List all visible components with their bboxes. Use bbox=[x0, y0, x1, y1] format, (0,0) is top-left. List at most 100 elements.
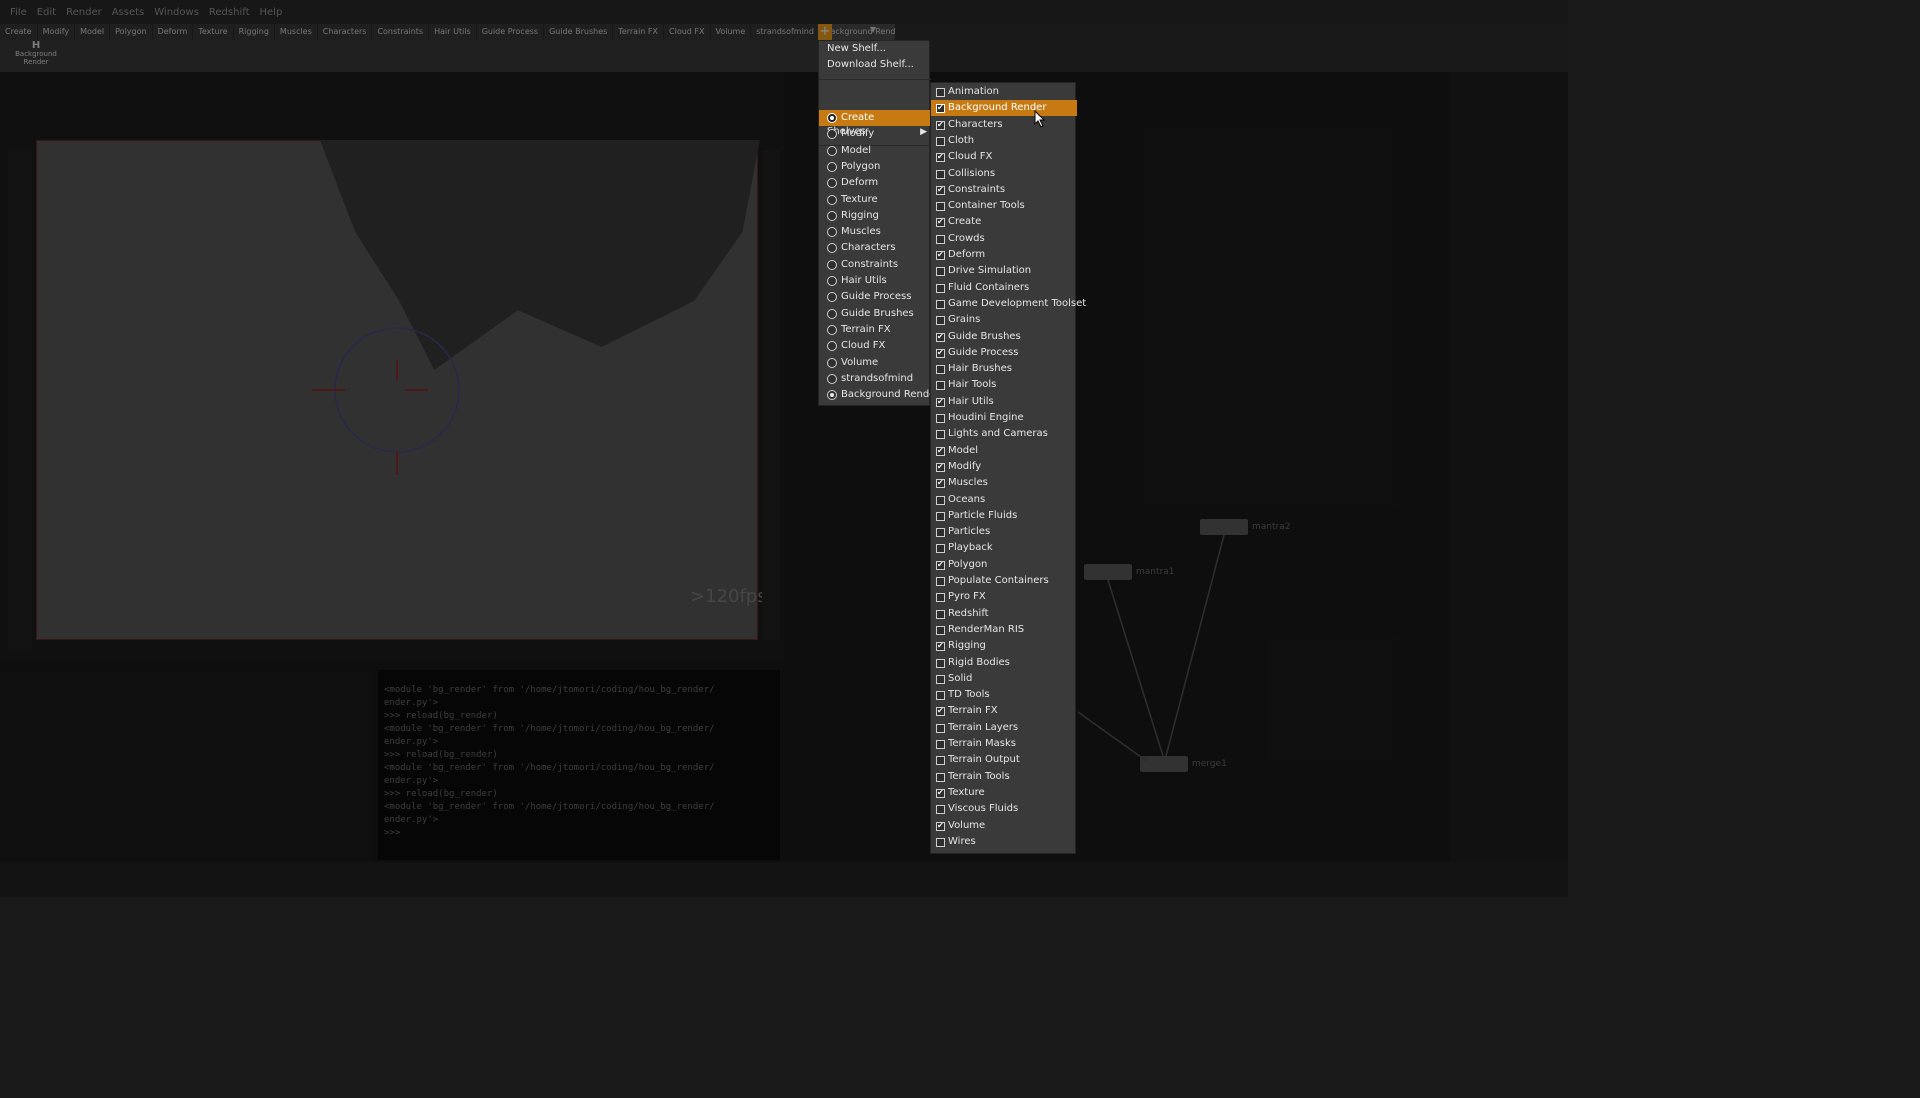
shelf-set-radio-item[interactable]: Cloud FX bbox=[819, 338, 931, 354]
shelf-checkbox-label: RenderMan RIS bbox=[948, 623, 1025, 635]
shelf-set-radio-item[interactable]: Modify bbox=[819, 126, 931, 142]
checkbox-checked-icon bbox=[936, 704, 945, 718]
shelf-checkbox-item[interactable]: Animation bbox=[931, 84, 1077, 100]
shelf-checkbox-item[interactable]: Constraints bbox=[931, 182, 1077, 198]
shelf-checkbox-item[interactable]: Deform bbox=[931, 247, 1077, 263]
shelf-checkbox-item[interactable]: Rigid Bodies bbox=[931, 655, 1077, 671]
shelf-set-radio-item[interactable]: strandsofmind bbox=[819, 371, 931, 387]
shelf-checkbox-item[interactable]: Drive Simulation bbox=[931, 263, 1077, 279]
shelf-set-radio-item[interactable]: Volume bbox=[819, 355, 931, 371]
shelf-checkbox-label: Guide Brushes bbox=[948, 330, 1021, 342]
shelf-set-radio-item[interactable]: Polygon bbox=[819, 159, 931, 175]
shelf-checkbox-item[interactable]: RenderMan RIS bbox=[931, 622, 1077, 638]
checkbox-icon bbox=[936, 430, 945, 440]
shelf-checkbox-item[interactable]: Crowds bbox=[931, 231, 1077, 247]
shelf-checkbox-item[interactable]: Fluid Containers bbox=[931, 280, 1077, 296]
shelf-checkbox-item[interactable]: Rigging bbox=[931, 638, 1077, 654]
shelf-set-radio-item[interactable]: Model bbox=[819, 143, 931, 159]
shelf-checkbox-item[interactable]: Cloth bbox=[931, 133, 1077, 149]
menu-separator bbox=[819, 79, 931, 80]
shelf-checkbox-item[interactable]: Wires bbox=[931, 834, 1077, 850]
shelf-checkbox-item[interactable]: Hair Tools bbox=[931, 377, 1077, 393]
checkbox-checked-icon bbox=[936, 150, 945, 164]
shelf-set-radio-item[interactable]: Muscles bbox=[819, 224, 931, 240]
checkbox-checked-icon bbox=[936, 248, 945, 262]
shelf-checkbox-item[interactable]: Pyro FX bbox=[931, 589, 1077, 605]
shelf-checkbox-item[interactable]: Collisions bbox=[931, 166, 1077, 182]
shelf-set-radio-item[interactable]: Guide Brushes bbox=[819, 306, 931, 322]
shelf-checkbox-label: Drive Simulation bbox=[948, 265, 1032, 277]
shelf-checkbox-label: Animation bbox=[948, 86, 999, 97]
shelf-set-radio-item[interactable]: Rigging bbox=[819, 208, 931, 224]
shelf-checkbox-item[interactable]: Particle Fluids bbox=[931, 508, 1077, 524]
shelf-set-label: strandsofmind bbox=[841, 372, 914, 384]
shelf-set-radio-item[interactable]: Create bbox=[819, 110, 931, 126]
shelf-checkbox-item[interactable]: Viscous Fluids bbox=[931, 801, 1077, 817]
checkbox-icon bbox=[936, 691, 945, 701]
shelf-checkbox-item[interactable]: Lights and Cameras bbox=[931, 426, 1077, 442]
shelf-set-radio-item[interactable]: Texture bbox=[819, 192, 931, 208]
shelf-checkbox-item[interactable]: Terrain Masks bbox=[931, 736, 1077, 752]
shelf-checkbox-label: Redshift bbox=[948, 607, 989, 619]
shelf-checkbox-item[interactable]: Model bbox=[931, 443, 1077, 459]
shelf-checkbox-label: Houdini Engine bbox=[948, 412, 1024, 423]
shelf-set-label: Hair Utils bbox=[841, 275, 887, 286]
shelf-checkbox-item[interactable]: Guide Process bbox=[931, 345, 1077, 361]
shelf-checkbox-label: Cloth bbox=[948, 134, 975, 146]
radio-icon bbox=[827, 113, 837, 123]
shelf-set-label: Modify bbox=[841, 128, 875, 140]
checkbox-checked-icon bbox=[936, 819, 945, 833]
shelf-checkbox-label: Container Tools bbox=[948, 200, 1025, 212]
shelf-checkbox-item[interactable]: Characters bbox=[931, 117, 1077, 133]
new-shelf-menu-item[interactable]: New Shelf... bbox=[819, 41, 931, 57]
download-shelf-menu-item[interactable]: Download Shelf... bbox=[819, 57, 931, 73]
shelf-set-radio-item[interactable]: Deform bbox=[819, 175, 931, 191]
shelf-checkbox-item[interactable]: Guide Brushes bbox=[931, 329, 1077, 345]
shelf-set-radio-item[interactable]: Terrain FX bbox=[819, 322, 931, 338]
shelf-checkbox-item[interactable]: Terrain Layers bbox=[931, 720, 1077, 736]
shelf-checkbox-item[interactable]: Redshift bbox=[931, 606, 1077, 622]
shelf-checkbox-item[interactable]: Playback bbox=[931, 540, 1077, 556]
shelf-checkbox-item[interactable]: Hair Utils bbox=[931, 394, 1077, 410]
shelf-checkbox-label: Grains bbox=[948, 314, 981, 326]
shelf-checkbox-item[interactable]: Modify bbox=[931, 459, 1077, 475]
shelf-set-radio-item[interactable]: Hair Utils bbox=[819, 273, 931, 289]
shelf-set-label: Background Render bbox=[841, 389, 931, 401]
shelf-checkbox-item[interactable]: Hair Brushes bbox=[931, 361, 1077, 377]
shelf-checkbox-item[interactable]: Create bbox=[931, 214, 1077, 230]
shelf-checkbox-item[interactable]: Cloud FX bbox=[931, 149, 1077, 165]
shelf-checkbox-item[interactable]: Volume bbox=[931, 818, 1077, 834]
shelf-checkbox-item[interactable]: Houdini Engine bbox=[931, 410, 1077, 426]
shelf-set-radio-item[interactable]: Characters bbox=[819, 240, 931, 256]
shelf-set-label: Volume bbox=[841, 356, 879, 368]
shelf-checkbox-label: Volume bbox=[948, 819, 986, 831]
shelf-checkbox-label: Particles bbox=[948, 526, 991, 538]
shelf-checkbox-item[interactable]: Texture bbox=[931, 785, 1077, 801]
shelf-checkbox-item[interactable]: Background Render bbox=[931, 100, 1077, 117]
shelf-set-radio-item[interactable]: Constraints bbox=[819, 257, 931, 273]
checkbox-icon bbox=[936, 658, 945, 668]
shelf-checkbox-item[interactable]: Muscles bbox=[931, 475, 1077, 491]
shelf-checkbox-item[interactable]: Terrain Tools bbox=[931, 769, 1077, 785]
checkbox-icon bbox=[936, 544, 945, 554]
shelf-checkbox-item[interactable]: Container Tools bbox=[931, 198, 1077, 214]
radio-icon bbox=[827, 194, 837, 205]
shelf-checkbox-item[interactable]: Game Development Toolset bbox=[931, 296, 1086, 312]
shelf-set-label: Create bbox=[841, 112, 875, 123]
shelf-checkbox-item[interactable]: Terrain Output bbox=[931, 752, 1077, 768]
shelf-checkbox-item[interactable]: Particles bbox=[931, 524, 1077, 540]
shelf-checkbox-item[interactable]: Polygon bbox=[931, 557, 1077, 573]
shelf-checkbox-item[interactable]: Oceans bbox=[931, 492, 1077, 508]
checkbox-icon bbox=[936, 511, 945, 521]
radio-icon bbox=[827, 373, 837, 384]
shelf-checkbox-item[interactable]: Grains bbox=[931, 312, 1077, 328]
shelf-checkbox-item[interactable]: TD Tools bbox=[931, 687, 1077, 703]
checkbox-icon bbox=[936, 365, 945, 375]
shelf-checkbox-item[interactable]: Terrain FX bbox=[931, 703, 1077, 719]
shelf-set-radio-item[interactable]: Guide Process bbox=[819, 289, 931, 305]
shelf-set-radio-item[interactable]: Background Render bbox=[819, 387, 931, 403]
shelf-checkbox-label: Rigging bbox=[948, 640, 986, 652]
checkbox-icon bbox=[936, 283, 945, 293]
shelf-checkbox-item[interactable]: Solid bbox=[931, 671, 1077, 687]
shelf-checkbox-item[interactable]: Populate Containers bbox=[931, 573, 1077, 589]
